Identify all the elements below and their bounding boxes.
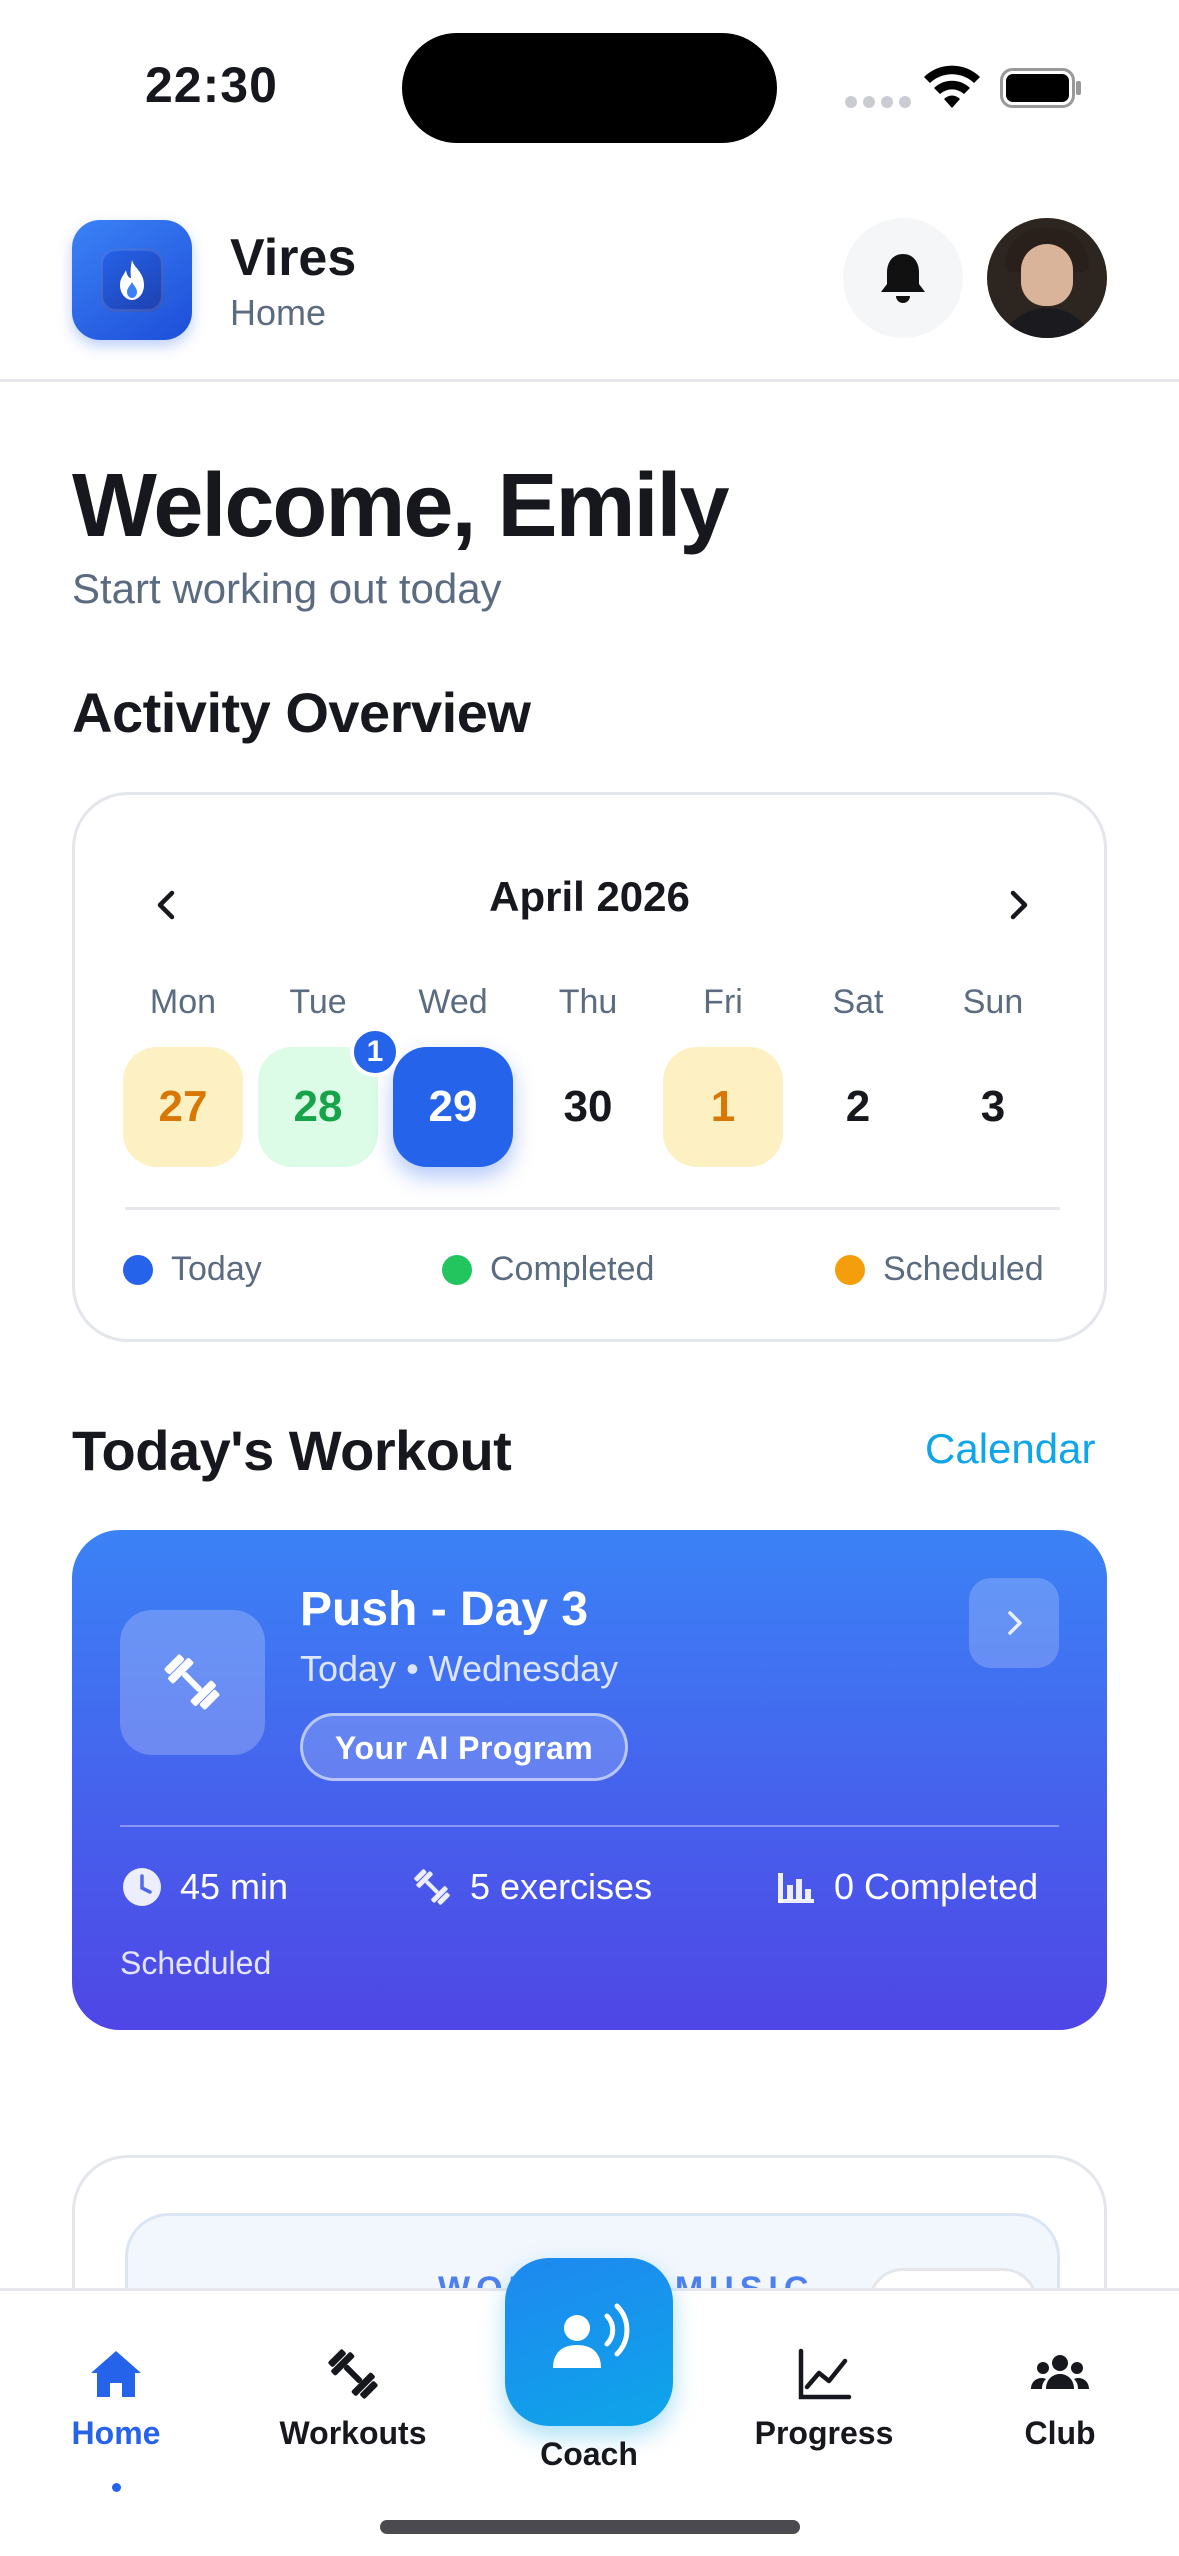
status-bar: 22:30: [0, 0, 1179, 170]
calendar-day[interactable]: 3: [933, 1047, 1053, 1167]
today-dot-icon: [123, 1254, 153, 1285]
tab-club[interactable]: Club: [960, 2343, 1160, 2452]
next-week-button[interactable]: [988, 875, 1048, 935]
calendar-month: April 2026: [489, 873, 690, 920]
legend-today: Today: [123, 1250, 262, 1289]
tab-home-label: Home: [71, 2415, 161, 2451]
voice-coach-icon: [553, 2303, 630, 2368]
home-icon: [91, 2351, 141, 2397]
home-indicator: [380, 2520, 800, 2534]
app-header: Vires Home: [0, 200, 1179, 382]
weekday-label: Sat: [832, 983, 884, 1021]
open-workout-button[interactable]: [969, 1578, 1059, 1668]
activity-overview-title: Activity Overview: [72, 681, 531, 744]
calendar-day[interactable]: 30: [528, 1047, 648, 1167]
legend-label: Scheduled: [883, 1250, 1044, 1288]
exercises-label: 5 exercises: [470, 1866, 653, 1907]
weekday-label: Mon: [149, 983, 217, 1021]
tab-progress[interactable]: Progress: [724, 2343, 924, 2452]
weekday-label: Wed: [418, 983, 488, 1021]
todays-workout-card[interactable]: Push - Day 3 Today • Wednesday Your AI P…: [72, 1530, 1107, 2030]
tab-progress-label: Progress: [754, 2415, 894, 2451]
tab-club-label: Club: [1024, 2415, 1096, 2451]
active-tab-dot: [112, 2483, 121, 2492]
welcome-subtitle: Start working out today: [72, 565, 502, 612]
duration-label: 45 min: [180, 1866, 289, 1907]
chevron-right-icon: [1010, 890, 1028, 920]
legend-label: Today: [171, 1250, 262, 1288]
workout-name: Push - Day 3: [300, 1583, 589, 1636]
day-count-badge: 1: [350, 1027, 400, 1077]
tab-workouts-label: Workouts: [279, 2415, 427, 2451]
cellular-signal-icon: [845, 96, 911, 108]
completed-dot-icon: [442, 1254, 472, 1285]
workout-completed: 0 Completed: [774, 1865, 1038, 1909]
flame-icon: [120, 260, 144, 300]
program-tag: Your AI Program: [300, 1713, 629, 1781]
weekday-label: Sun: [962, 983, 1024, 1021]
tab-workouts[interactable]: Workouts: [253, 2343, 453, 2452]
tab-home[interactable]: Home: [16, 2343, 216, 2492]
line-chart-icon: [798, 2348, 852, 2400]
chevron-right-icon: [1008, 1611, 1022, 1635]
activity-calendar-card: April 2026 Mon Tue Wed Thu Fri Sat Sun 2…: [72, 792, 1107, 1342]
legend-scheduled: Scheduled: [835, 1250, 1044, 1289]
todays-workout-title: Today's Workout: [72, 1419, 512, 1482]
group-icon: [1031, 2355, 1089, 2389]
battery-icon: [1000, 68, 1081, 108]
calendar-link[interactable]: Calendar: [925, 1425, 1095, 1473]
bar-chart-icon: [778, 1873, 814, 1903]
scheduled-dot-icon: [835, 1254, 865, 1285]
workout-divider: [120, 1825, 1059, 1827]
calendar-day-scheduled[interactable]: 1: [663, 1047, 783, 1167]
completed-label: 0 Completed: [834, 1866, 1039, 1907]
wifi-icon: [924, 65, 980, 108]
app-name: Vires: [230, 229, 357, 287]
page-subtitle: Home: [230, 292, 327, 333]
calendar-divider: [125, 1207, 1060, 1210]
dumbbell-icon: [328, 2349, 378, 2399]
weekday-label: Tue: [289, 983, 347, 1021]
calendar-day-today[interactable]: 29: [393, 1047, 513, 1167]
user-avatar[interactable]: [987, 218, 1107, 338]
status-time: 22:30: [145, 57, 278, 113]
workout-duration: 45 min: [120, 1865, 288, 1909]
weekday-label: Thu: [558, 983, 618, 1021]
weekday-label: Fri: [703, 983, 743, 1021]
legend-label: Completed: [490, 1250, 655, 1288]
calendar-day-scheduled[interactable]: 27: [123, 1047, 243, 1167]
bell-icon: [881, 254, 925, 303]
legend-completed: Completed: [442, 1250, 654, 1289]
app-logo: [72, 220, 192, 340]
dumbbell-icon: [164, 1654, 220, 1710]
workout-exercises: 5 exercises: [410, 1865, 652, 1909]
tab-coach[interactable]: [505, 2258, 673, 2426]
notifications-button[interactable]: [843, 218, 963, 338]
workout-when: Today • Wednesday: [300, 1648, 619, 1689]
clock-icon: [123, 1868, 161, 1906]
welcome-title: Welcome, Emily: [72, 456, 730, 556]
dynamic-island: [402, 33, 777, 143]
tab-coach-label: Coach: [540, 2436, 638, 2472]
workout-icon-tile: [120, 1610, 265, 1755]
workout-status: Scheduled: [120, 1945, 272, 1981]
calendar-day[interactable]: 2: [798, 1047, 918, 1167]
dumbbell-icon: [414, 1869, 450, 1905]
